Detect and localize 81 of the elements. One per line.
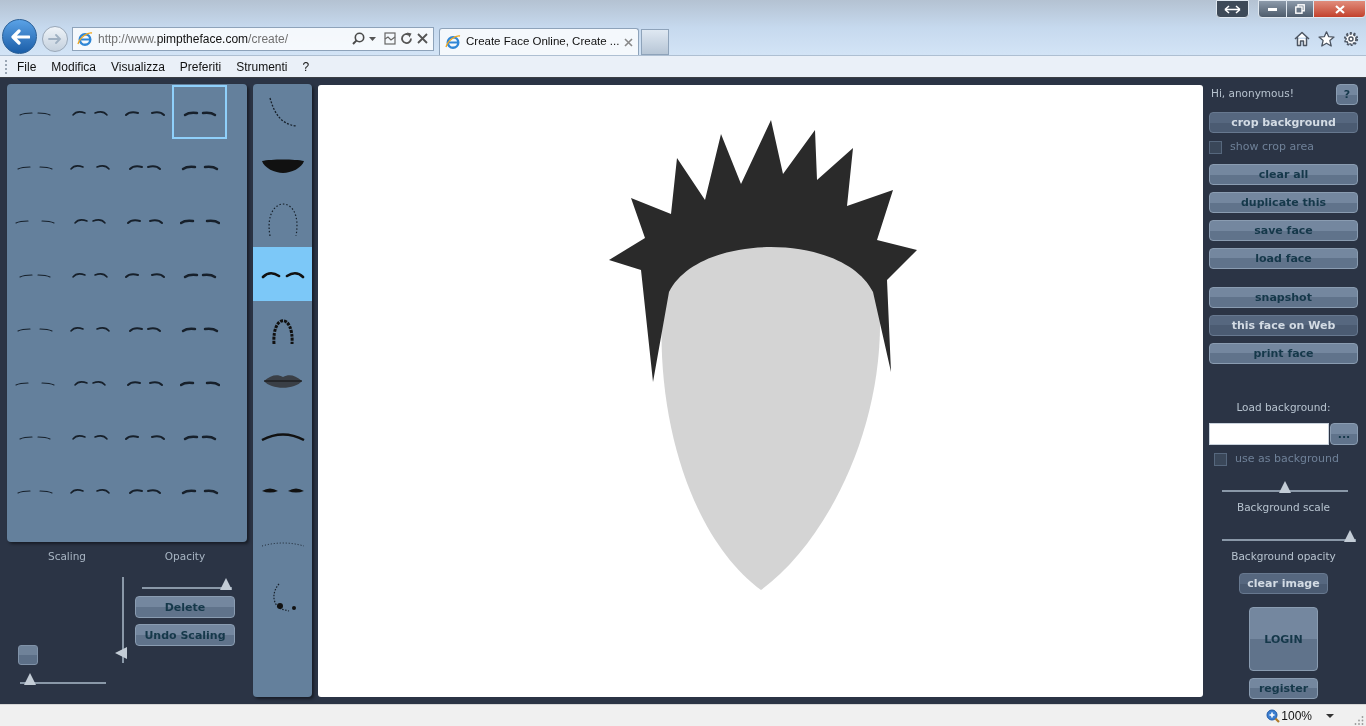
load-background-label: Load background:	[1235, 401, 1332, 414]
minimize-icon	[1268, 7, 1277, 11]
slider-thumb[interactable]	[1279, 481, 1291, 493]
opacity-label: Opacity	[163, 549, 207, 563]
slider-thumb[interactable]	[24, 673, 36, 685]
browser-tab[interactable]: Create Face Online, Create ...	[439, 28, 639, 55]
minimize-button[interactable]	[1258, 0, 1287, 18]
checkbox-label: show crop area	[1230, 139, 1314, 156]
logo-icon	[77, 30, 93, 47]
background-opacity-slider[interactable]	[1222, 530, 1356, 542]
eyebrows-icon	[260, 269, 305, 279]
slider-thumb[interactable]	[115, 647, 127, 659]
greeting-text: Hi, anonymous!	[1211, 86, 1294, 101]
dotted-line-icon	[260, 540, 305, 548]
resize-button[interactable]	[1216, 0, 1249, 18]
search-icon[interactable]	[352, 32, 365, 45]
eyebrow-option[interactable]	[172, 85, 227, 139]
share-action-button[interactable]: print face	[1209, 343, 1358, 364]
menu-item[interactable]: Modifica	[51, 57, 97, 76]
drawing-canvas[interactable]	[318, 85, 1203, 697]
refresh-icon[interactable]	[400, 32, 413, 45]
stop-icon[interactable]	[417, 33, 428, 44]
zoom-button[interactable]: 100%	[1266, 706, 1334, 725]
delete-button[interactable]: Delete	[135, 596, 235, 618]
tab-title: Create Face Online, Create ...	[466, 34, 620, 50]
background-scale-label: Background scale	[1235, 501, 1331, 514]
forward-button[interactable]	[42, 25, 68, 52]
face-action-button[interactable]: save face	[1209, 220, 1358, 241]
face-action-button[interactable]: duplicate this	[1209, 192, 1358, 213]
caret-icon[interactable]	[369, 36, 376, 41]
star-icon[interactable]	[1318, 30, 1335, 47]
mustache-icon	[260, 158, 305, 174]
undo-scaling-button[interactable]: Undo Scaling	[135, 624, 235, 646]
head-outline-icon	[265, 203, 300, 237]
slider-thumb[interactable]	[220, 578, 232, 590]
back-button[interactable]	[2, 19, 37, 54]
settings-icon[interactable]	[1343, 30, 1359, 47]
scaling-label: Scaling	[47, 549, 87, 563]
caret-icon	[1326, 713, 1334, 718]
logo-icon	[445, 34, 461, 50]
face-action-button[interactable]: clear all	[1209, 164, 1358, 185]
close-icon	[1334, 4, 1345, 14]
address-bar[interactable]: http://www.pimptheface.com/create/	[72, 26, 434, 51]
lips-icon	[262, 373, 303, 391]
square-button[interactable]	[18, 645, 38, 665]
login-button[interactable]: LOGIN	[1249, 607, 1318, 671]
scaling-slider[interactable]	[20, 673, 106, 685]
opacity-slider[interactable]	[142, 578, 232, 590]
help-button[interactable]: ?	[1336, 84, 1358, 105]
arc-icon	[260, 431, 305, 441]
close-icon[interactable]	[624, 37, 633, 47]
file-field[interactable]	[1209, 423, 1329, 445]
maximize-button[interactable]	[1287, 0, 1313, 18]
checkbox-label: use as background	[1235, 451, 1339, 468]
menu-item[interactable]: Preferiti	[179, 57, 222, 76]
menu-item[interactable]: Strumenti	[236, 57, 288, 76]
eyes-icon	[260, 486, 305, 494]
menu-item[interactable]: File	[17, 57, 37, 76]
right-arrow-icon	[48, 32, 62, 45]
url-text: http://www.pimptheface.com/create/	[98, 30, 289, 48]
home-icon[interactable]	[1294, 30, 1310, 47]
menu-item[interactable]: Visualizza	[111, 57, 165, 76]
background-scale-slider[interactable]	[1222, 481, 1348, 493]
category-tab[interactable]	[253, 247, 312, 301]
curve-icon	[267, 96, 298, 128]
face-action-button[interactable]: load face	[1209, 248, 1358, 269]
double-arrow-icon	[1224, 4, 1241, 14]
page-icon[interactable]	[384, 32, 396, 45]
background-opacity-label: Background opacity	[1230, 550, 1337, 563]
zoom-icon	[1266, 708, 1281, 723]
browse-button[interactable]: ...	[1330, 423, 1358, 445]
left-arrow-icon	[9, 28, 30, 45]
menu-item[interactable]: ?	[302, 57, 310, 76]
share-action-button[interactable]: snapshot	[1209, 287, 1358, 308]
slider-thumb[interactable]	[1344, 530, 1356, 542]
new-tab-button[interactable]	[641, 29, 669, 55]
close-button[interactable]	[1313, 0, 1366, 18]
restore-icon	[1295, 4, 1305, 14]
scaling-slider[interactable]	[115, 577, 129, 663]
resize-grip-icon[interactable]	[1354, 714, 1364, 725]
register-button[interactable]: register	[1249, 678, 1318, 699]
